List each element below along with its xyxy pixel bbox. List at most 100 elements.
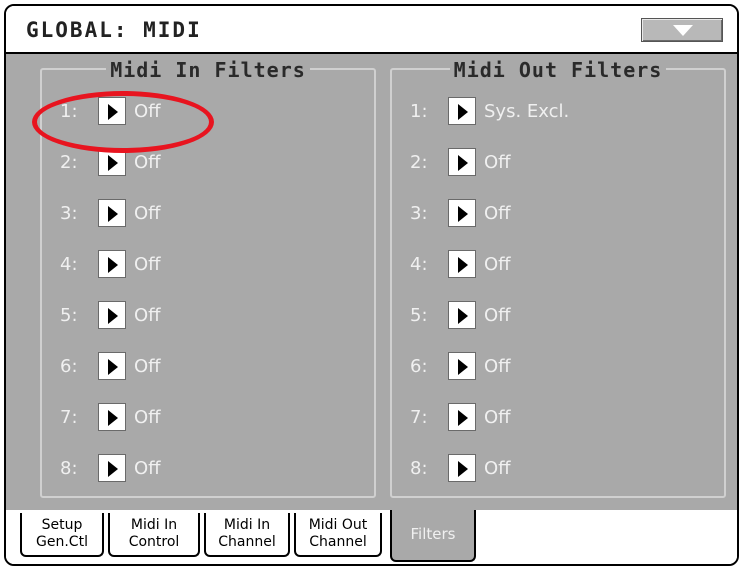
content-area: Midi In Filters 1: Off 2: Off 3: Off 4: … (6, 54, 737, 510)
out-filter-7-select-button[interactable] (448, 403, 476, 431)
in-filter-value: Off (134, 203, 161, 224)
in-filter-5-select-button[interactable] (98, 301, 126, 329)
out-filter-number: 1: (410, 101, 428, 122)
page-title: GLOBAL: MIDI (26, 18, 202, 42)
play-arrow-icon (458, 104, 468, 120)
window-frame: GLOBAL: MIDI Midi In Filters 1: Off 2: O… (4, 4, 739, 566)
in-filter-value: Off (134, 407, 161, 428)
out-filter-number: 8: (410, 458, 428, 479)
out-filter-value: Off (484, 254, 511, 275)
midi-out-filters-title: Midi Out Filters (449, 58, 667, 82)
out-filter-value: Sys. Excl. (484, 101, 570, 122)
play-arrow-icon (108, 155, 118, 171)
out-filter-value: Off (484, 203, 511, 224)
triangle-down-icon (673, 25, 693, 36)
tab-label-line1: Midi Out (308, 517, 368, 533)
tab-label-line1: Setup (41, 517, 83, 533)
tab-label-line1: Midi In (223, 517, 271, 533)
title-bar: GLOBAL: MIDI (6, 6, 737, 54)
in-filter-4-select-button[interactable] (98, 250, 126, 278)
out-filter-row-6: 6: Off (392, 351, 724, 383)
midi-in-filters-title: Midi In Filters (106, 58, 310, 82)
tab-midi-in-control[interactable]: Midi In Control (108, 513, 200, 557)
out-filter-row-8: 8: Off (392, 453, 724, 485)
play-arrow-icon (108, 104, 118, 120)
out-filter-value: Off (484, 407, 511, 428)
play-arrow-icon (458, 410, 468, 426)
play-arrow-icon (458, 155, 468, 171)
out-filter-6-select-button[interactable] (448, 352, 476, 380)
out-filter-row-4: 4: Off (392, 249, 724, 281)
in-filter-number: 5: (60, 305, 78, 326)
tab-midi-out-channel[interactable]: Midi Out Channel (294, 513, 382, 557)
in-filter-row-3: 3: Off (42, 198, 374, 230)
play-arrow-icon (458, 359, 468, 375)
out-filter-number: 2: (410, 152, 428, 173)
out-filter-4-select-button[interactable] (448, 250, 476, 278)
in-filter-number: 2: (60, 152, 78, 173)
in-filter-row-7: 7: Off (42, 402, 374, 434)
in-filter-value: Off (134, 254, 161, 275)
in-filter-row-5: 5: Off (42, 300, 374, 332)
play-arrow-icon (108, 308, 118, 324)
in-filter-number: 3: (60, 203, 78, 224)
tab-label-line2: Channel (218, 534, 276, 550)
tab-label-line2: Channel (309, 534, 367, 550)
in-filter-number: 6: (60, 356, 78, 377)
page-menu-button[interactable] (641, 18, 723, 42)
out-filter-value: Off (484, 458, 511, 479)
tab-bar: Setup Gen.Ctl Midi In Control Midi In Ch… (6, 510, 737, 564)
in-filter-row-2: 2: Off (42, 147, 374, 179)
in-filter-row-8: 8: Off (42, 453, 374, 485)
in-filter-1-select-button[interactable] (98, 97, 126, 125)
in-filter-row-6: 6: Off (42, 351, 374, 383)
midi-out-filters-panel: Midi Out Filters 1: Sys. Excl. 2: Off 3:… (390, 58, 726, 498)
midi-in-filters-panel: Midi In Filters 1: Off 2: Off 3: Off 4: … (40, 58, 376, 498)
out-filter-value: Off (484, 152, 511, 173)
in-filter-number: 4: (60, 254, 78, 275)
out-filter-2-select-button[interactable] (448, 148, 476, 176)
tab-filters[interactable]: Filters (390, 510, 476, 562)
out-filter-row-1: 1: Sys. Excl. (392, 96, 724, 128)
out-filter-row-2: 2: Off (392, 147, 724, 179)
play-arrow-icon (108, 257, 118, 273)
tab-label-line1: Filters (410, 525, 456, 543)
tab-setup-gen-ctl[interactable]: Setup Gen.Ctl (20, 513, 104, 557)
play-arrow-icon (108, 206, 118, 222)
in-filter-6-select-button[interactable] (98, 352, 126, 380)
out-filter-3-select-button[interactable] (448, 199, 476, 227)
in-filter-value: Off (134, 305, 161, 326)
in-filter-number: 8: (60, 458, 78, 479)
in-filter-value: Off (134, 458, 161, 479)
in-filter-number: 7: (60, 407, 78, 428)
play-arrow-icon (458, 257, 468, 273)
out-filter-row-3: 3: Off (392, 198, 724, 230)
tab-label-line1: Midi In (130, 517, 178, 533)
out-filter-row-7: 7: Off (392, 402, 724, 434)
out-filter-5-select-button[interactable] (448, 301, 476, 329)
in-filter-8-select-button[interactable] (98, 454, 126, 482)
in-filter-row-4: 4: Off (42, 249, 374, 281)
tab-label-line2: Control (128, 534, 180, 550)
in-filter-value: Off (134, 101, 161, 122)
out-filter-8-select-button[interactable] (448, 454, 476, 482)
in-filter-value: Off (134, 356, 161, 377)
in-filter-number: 1: (60, 101, 78, 122)
play-arrow-icon (108, 461, 118, 477)
play-arrow-icon (458, 461, 468, 477)
play-arrow-icon (108, 359, 118, 375)
out-filter-value: Off (484, 356, 511, 377)
out-filter-1-select-button[interactable] (448, 97, 476, 125)
in-filter-row-1: 1: Off (42, 96, 374, 128)
in-filter-2-select-button[interactable] (98, 148, 126, 176)
out-filter-number: 7: (410, 407, 428, 428)
in-filter-7-select-button[interactable] (98, 403, 126, 431)
out-filter-row-5: 5: Off (392, 300, 724, 332)
out-filter-number: 6: (410, 356, 428, 377)
in-filter-3-select-button[interactable] (98, 199, 126, 227)
play-arrow-icon (458, 308, 468, 324)
out-filter-value: Off (484, 305, 511, 326)
out-filter-number: 5: (410, 305, 428, 326)
out-filter-number: 3: (410, 203, 428, 224)
tab-midi-in-channel[interactable]: Midi In Channel (204, 513, 290, 557)
